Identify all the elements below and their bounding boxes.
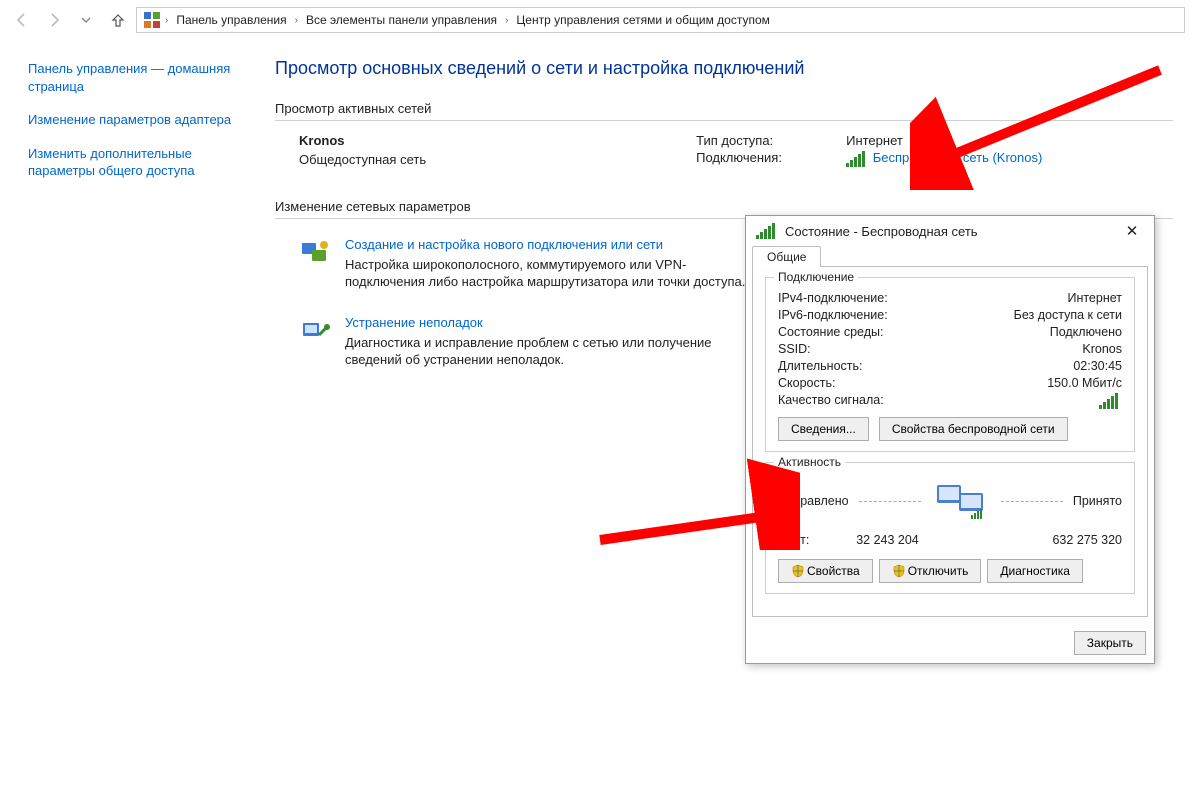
sent-label: Отправлено: [778, 494, 849, 508]
chevron-right-icon: ›: [295, 15, 298, 26]
divider: [275, 120, 1173, 121]
close-button[interactable]: ✕: [1118, 222, 1146, 240]
wireless-properties-button[interactable]: Свойства беспроводной сети: [879, 417, 1068, 441]
group-activity-legend: Активность: [774, 455, 845, 469]
recent-dropdown[interactable]: [72, 6, 100, 34]
dash-divider: [1001, 501, 1063, 502]
properties-button[interactable]: Свойства: [778, 559, 873, 583]
section-change-settings: Изменение сетевых параметров: [275, 199, 1173, 214]
dialog-title: Состояние - Беспроводная сеть: [785, 224, 1118, 239]
signal-quality-label: Качество сигнала:: [778, 393, 884, 409]
task-new-connection-link[interactable]: Создание и настройка нового подключения …: [345, 237, 663, 252]
received-label: Принято: [1073, 494, 1122, 508]
wifi-signal-icon: [756, 223, 775, 239]
ipv6-label: IPv6-подключение:: [778, 308, 888, 322]
page-title: Просмотр основных сведений о сети и наст…: [275, 58, 1173, 79]
access-type-value: Интернет: [846, 133, 903, 148]
network-block: Kronos Общедоступная сеть Тип доступа: И…: [275, 133, 1173, 169]
breadcrumb-seg-1[interactable]: Панель управления: [172, 13, 290, 27]
diagnose-button[interactable]: Диагностика: [987, 559, 1083, 583]
duration-value: 02:30:45: [1073, 359, 1122, 373]
bytes-sent-value: 32 243 204: [856, 533, 919, 547]
address-bar: › Панель управления › Все элементы панел…: [0, 0, 1193, 40]
disconnect-button[interactable]: Отключить: [879, 559, 982, 583]
up-button[interactable]: [104, 6, 132, 34]
control-panel-icon: [143, 11, 161, 29]
breadcrumb-seg-3[interactable]: Центр управления сетями и общим доступом: [512, 13, 774, 27]
properties-button-label: Свойства: [807, 564, 860, 578]
duration-label: Длительность:: [778, 359, 863, 373]
sidebar: Панель управления — домашняя страница Из…: [0, 40, 255, 397]
group-connection-legend: Подключение: [774, 270, 858, 284]
address-path[interactable]: › Панель управления › Все элементы панел…: [136, 7, 1185, 33]
sidebar-link-home[interactable]: Панель управления — домашняя страница: [28, 60, 243, 95]
tab-panel: Подключение IPv4-подключение: Интернет IP…: [752, 266, 1148, 617]
wifi-signal-icon: [1099, 393, 1118, 409]
ssid-label: SSID:: [778, 342, 811, 356]
network-kind: Общедоступная сеть: [299, 152, 426, 167]
shield-icon: [791, 564, 805, 578]
network-name: Kronos: [299, 133, 426, 148]
ipv4-value: Интернет: [1067, 291, 1122, 305]
breadcrumb-seg-2[interactable]: Все элементы панели управления: [302, 13, 501, 27]
access-type-label: Тип доступа:: [696, 133, 846, 148]
close-button-footer[interactable]: Закрыть: [1074, 631, 1146, 655]
dash-divider: [859, 501, 921, 502]
media-label: Состояние среды:: [778, 325, 883, 339]
new-connection-icon: [299, 237, 331, 269]
sidebar-link-adapter[interactable]: Изменение параметров адаптера: [28, 111, 243, 129]
speed-label: Скорость:: [778, 376, 835, 390]
task-new-connection-desc: Настройка широкополосного, коммутируемог…: [345, 256, 765, 291]
status-dialog: Состояние - Беспроводная сеть ✕ Общие По…: [745, 215, 1155, 664]
connections-label: Подключения:: [696, 150, 846, 167]
bytes-received-value: 632 275 320: [1052, 533, 1122, 547]
dialog-titlebar[interactable]: Состояние - Беспроводная сеть ✕: [746, 216, 1154, 246]
disconnect-button-label: Отключить: [908, 564, 969, 578]
section-active-networks: Просмотр активных сетей: [275, 101, 1173, 116]
ipv6-value: Без доступа к сети: [1014, 308, 1122, 322]
chevron-right-icon: ›: [505, 15, 508, 26]
task-troubleshoot-link[interactable]: Устранение неполадок: [345, 315, 483, 330]
task-troubleshoot-desc: Диагностика и исправление проблем с сеть…: [345, 334, 765, 369]
back-button[interactable]: [8, 6, 36, 34]
bytes-label: Байт:: [778, 533, 809, 547]
group-activity: Активность Отправлено: [765, 462, 1135, 594]
activity-monitors-icon: [931, 479, 991, 523]
connection-link[interactable]: Беспроводная сеть (Kronos): [873, 150, 1043, 165]
media-value: Подключено: [1050, 325, 1122, 339]
wifi-signal-icon: [846, 151, 865, 167]
sidebar-link-sharing[interactable]: Изменить дополнительные параметры общего…: [28, 145, 243, 180]
chevron-right-icon: ›: [165, 15, 168, 26]
ssid-value: Kronos: [1082, 342, 1122, 356]
group-connection: Подключение IPv4-подключение:Интернет IP…: [765, 277, 1135, 452]
tab-general[interactable]: Общие: [752, 246, 821, 267]
ipv4-label: IPv4-подключение:: [778, 291, 888, 305]
troubleshoot-icon: [299, 315, 331, 347]
shield-icon: [892, 564, 906, 578]
speed-value: 150.0 Мбит/с: [1047, 376, 1122, 390]
forward-button[interactable]: [40, 6, 68, 34]
details-button[interactable]: Сведения...: [778, 417, 869, 441]
